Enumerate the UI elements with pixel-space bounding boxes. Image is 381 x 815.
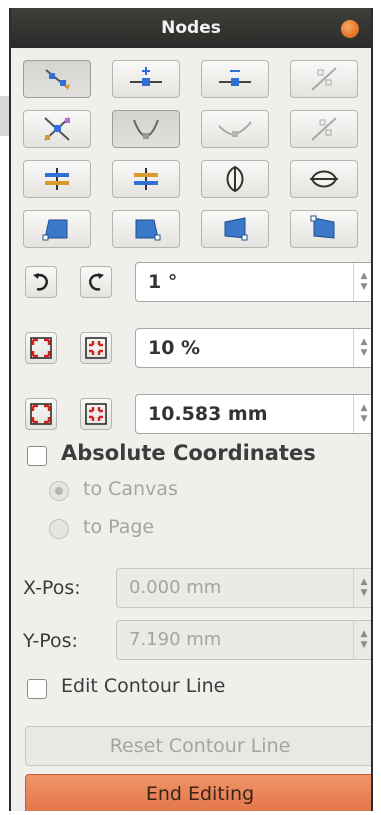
spin-up-icon[interactable]: ▲ bbox=[361, 577, 368, 588]
edit-contour-checkbox[interactable] bbox=[27, 679, 47, 699]
spin-down-icon[interactable]: ▼ bbox=[361, 414, 368, 425]
reset-control-points-icon bbox=[44, 117, 70, 141]
y-pos-label: Y-Pos: bbox=[23, 630, 78, 652]
enlarge-icon bbox=[30, 403, 52, 425]
rotate-angle-value: 1 ° bbox=[148, 271, 178, 293]
split-path-button[interactable] bbox=[290, 60, 358, 98]
perspective-2-icon bbox=[135, 219, 161, 241]
rotate-angle-stepper[interactable]: ▲ ▼ bbox=[353, 263, 371, 301]
spin-down-icon[interactable]: ▼ bbox=[361, 348, 368, 359]
x-pos-field[interactable]: 0.000 mm ▲ ▼ bbox=[116, 568, 371, 608]
flip-horizontal-button[interactable] bbox=[23, 160, 91, 198]
insert-node-icon bbox=[130, 67, 162, 86]
shrink-icon bbox=[85, 403, 107, 425]
spin-down-icon[interactable]: ▼ bbox=[361, 588, 368, 599]
delete-node-icon bbox=[219, 70, 251, 86]
x-pos-stepper[interactable]: ▲ ▼ bbox=[353, 569, 371, 607]
flip-horizontal-icon bbox=[45, 168, 69, 190]
rotate-angle-field[interactable]: 1 ° ▲ ▼ bbox=[135, 262, 371, 302]
flip-vertical-button[interactable] bbox=[112, 160, 180, 198]
to-canvas-label: to Canvas bbox=[83, 478, 178, 500]
scale-percent-value: 10 % bbox=[148, 337, 201, 359]
scale-length-value: 10.583 mm bbox=[148, 403, 268, 425]
rotate-shape-icon bbox=[226, 165, 244, 193]
connect-nodes-button[interactable] bbox=[290, 110, 358, 148]
window-title: Nodes bbox=[161, 18, 221, 38]
asymmetric-bezier-button[interactable] bbox=[201, 110, 269, 148]
to-page-radio[interactable] bbox=[49, 519, 69, 539]
enlarge-icon bbox=[30, 337, 52, 359]
y-pos-field[interactable]: 7.190 mm ▲ ▼ bbox=[116, 620, 371, 660]
shrink-length-button[interactable] bbox=[80, 398, 112, 430]
to-page-label: to Page bbox=[83, 516, 155, 538]
rotate-ccw-button[interactable] bbox=[25, 266, 57, 298]
x-pos-label: X-Pos: bbox=[23, 577, 81, 599]
end-editing-button[interactable]: End Editing bbox=[25, 774, 371, 811]
perspective-4-button[interactable] bbox=[290, 210, 358, 248]
symmetric-bezier-button[interactable] bbox=[112, 110, 180, 148]
shear-shape-icon bbox=[310, 170, 338, 188]
move-nodes-icon bbox=[45, 69, 70, 90]
move-nodes-button[interactable] bbox=[23, 60, 91, 98]
perspective-1-icon bbox=[42, 219, 68, 241]
spin-down-icon[interactable]: ▼ bbox=[361, 282, 368, 293]
enlarge-length-button[interactable] bbox=[25, 398, 57, 430]
asymmetric-bezier-icon bbox=[218, 121, 252, 137]
perspective-3-button[interactable] bbox=[201, 210, 269, 248]
reset-contour-button[interactable]: Reset Contour Line bbox=[25, 726, 371, 766]
shrink-icon bbox=[85, 337, 107, 359]
perspective-2-button[interactable] bbox=[112, 210, 180, 248]
edit-contour-label: Edit Contour Line bbox=[61, 675, 226, 697]
spin-up-icon[interactable]: ▲ bbox=[361, 271, 368, 282]
rotate-right-icon bbox=[89, 273, 104, 291]
shear-button[interactable] bbox=[290, 160, 358, 198]
scale-length-field[interactable]: 10.583 mm ▲ ▼ bbox=[135, 394, 371, 434]
perspective-1-button[interactable] bbox=[23, 210, 91, 248]
rotate-button[interactable] bbox=[201, 160, 269, 198]
to-canvas-radio[interactable] bbox=[49, 481, 69, 501]
y-pos-value: 7.190 mm bbox=[129, 629, 222, 650]
nodes-panel: Nodes 1 ° ▲ ▼ 10 % ▲ ▼ 10.583 mm ▲ ▼ Abs… bbox=[9, 8, 373, 811]
delete-nodes-button[interactable] bbox=[201, 60, 269, 98]
x-pos-value: 0.000 mm bbox=[129, 577, 222, 598]
scale-percent-stepper[interactable]: ▲ ▼ bbox=[353, 329, 371, 367]
title-bar: Nodes bbox=[11, 8, 371, 48]
reset-control-points-button[interactable] bbox=[23, 110, 91, 148]
absolute-coordinates-checkbox[interactable] bbox=[27, 446, 47, 466]
scale-length-stepper[interactable]: ▲ ▼ bbox=[353, 395, 371, 433]
split-path-icon bbox=[311, 67, 337, 91]
spin-up-icon[interactable]: ▲ bbox=[361, 337, 368, 348]
y-pos-stepper[interactable]: ▲ ▼ bbox=[353, 621, 371, 659]
background-strip bbox=[0, 96, 9, 136]
spin-down-icon[interactable]: ▼ bbox=[361, 640, 368, 651]
shrink-percent-button[interactable] bbox=[80, 332, 112, 364]
symmetric-bezier-icon bbox=[133, 119, 159, 139]
rotate-cw-button[interactable] bbox=[80, 266, 112, 298]
enlarge-percent-button[interactable] bbox=[25, 332, 57, 364]
absolute-coordinates-label: Absolute Coordinates bbox=[61, 441, 316, 465]
rotate-left-icon bbox=[33, 273, 48, 291]
close-button[interactable] bbox=[341, 20, 359, 38]
insert-nodes-button[interactable] bbox=[112, 60, 180, 98]
perspective-4-icon bbox=[310, 215, 335, 239]
scale-percent-field[interactable]: 10 % ▲ ▼ bbox=[135, 328, 371, 368]
connect-nodes-icon bbox=[311, 117, 337, 141]
spin-up-icon[interactable]: ▲ bbox=[361, 629, 368, 640]
flip-vertical-icon bbox=[134, 168, 158, 190]
perspective-3-icon bbox=[224, 217, 248, 241]
spin-up-icon[interactable]: ▲ bbox=[361, 403, 368, 414]
